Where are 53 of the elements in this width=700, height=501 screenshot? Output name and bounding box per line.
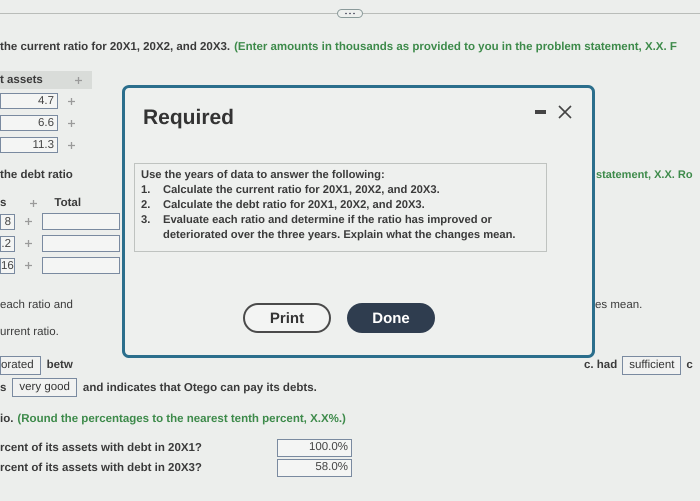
plus-icon: [68, 120, 75, 126]
dialog-title: Required: [143, 106, 234, 130]
close-icon[interactable]: [558, 105, 572, 119]
instructions-intro: Use the years of data to answer the following:: [141, 168, 386, 183]
step-number: 2.: [141, 198, 152, 213]
question-text: io.: [0, 412, 14, 424]
plus-icon: [30, 200, 38, 206]
instruction-note: statement, X.X. Ro: [596, 168, 693, 180]
header-text: s: [0, 197, 6, 209]
print-button[interactable]: Print: [243, 303, 331, 333]
answer-text: s: [0, 382, 6, 394]
answer-dropdown[interactable]: orated: [0, 356, 41, 374]
step-number: 3.: [141, 213, 152, 228]
total-field[interactable]: [42, 257, 120, 274]
answer-dropdown[interactable]: sufficient: [622, 356, 682, 374]
question-text: the current ratio for 20X1, 20X2, and 20X3.: [0, 40, 230, 52]
header-text: Total: [54, 197, 82, 209]
question-text: rcent of its assets with debt in 20X1?: [0, 442, 203, 454]
drag-handle-icon[interactable]: [337, 8, 363, 18]
question-text: rcent of its assets with debt in 20X3?: [0, 462, 203, 474]
done-button[interactable]: Done: [347, 303, 435, 333]
plus-icon: [25, 262, 32, 269]
question-text: urrent ratio.: [0, 326, 59, 338]
plus-icon: [25, 240, 32, 247]
amount-field[interactable]: 11.3: [0, 137, 58, 153]
answer-text: c: [686, 359, 693, 371]
step-text: Evaluate each ratio and determine if the ratio has improved or deteriorated over the three years. Explain what the changes mean.: [163, 213, 517, 243]
step-text: Calculate the debt ratio for 20X1, 20X2, and 20X3.: [163, 198, 425, 213]
percent-field[interactable]: 58.0%: [277, 459, 352, 477]
question-text: each ratio and: [0, 298, 73, 310]
answer-dropdown[interactable]: very good: [12, 378, 77, 397]
total-field[interactable]: [42, 213, 120, 230]
answer-text: betw: [46, 359, 73, 371]
plus-icon: [68, 142, 75, 148]
plus-icon: [75, 76, 82, 84]
percent-field[interactable]: 100.0%: [277, 439, 352, 457]
instruction-note: (Enter amounts in thousands as provided to you in the problem statement, X.X. F: [234, 40, 677, 52]
amount-field[interactable]: 8: [0, 214, 15, 230]
answer-text: c. had: [584, 359, 618, 371]
plus-icon: [68, 98, 75, 104]
instruction-note: (Round the percentages to the nearest tenth percent, X.X%.): [17, 412, 346, 424]
amount-field[interactable]: 4.7: [0, 93, 58, 109]
plus-icon: [25, 218, 32, 225]
answer-text: and indicates that Otego can pay its debts.: [82, 382, 317, 394]
step-text: Calculate the current ratio for 20X1, 20X2, and 20X3.: [163, 183, 440, 198]
total-field[interactable]: [42, 235, 120, 252]
header-text: t assets: [0, 74, 43, 86]
step-number: 1.: [141, 183, 152, 198]
amount-field[interactable]: 16: [0, 258, 15, 274]
question-text: the debt ratio: [0, 168, 73, 180]
question-text: es mean.: [595, 298, 642, 310]
amount-field[interactable]: .2: [0, 236, 15, 252]
amount-field[interactable]: 6.6: [0, 115, 58, 131]
